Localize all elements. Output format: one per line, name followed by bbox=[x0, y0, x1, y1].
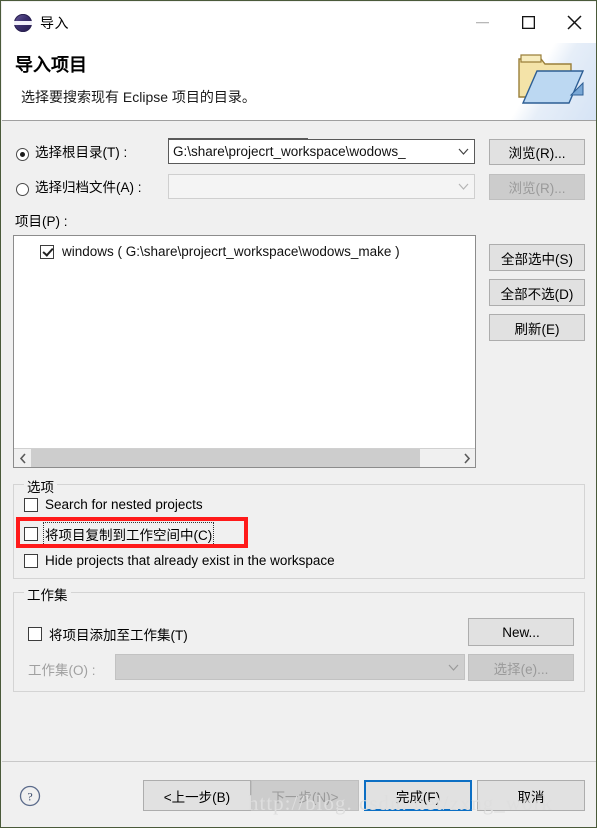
chevron-down-icon bbox=[452, 183, 474, 190]
scrollbar-track[interactable] bbox=[31, 449, 458, 467]
project-name: windows ( G:\share\projecrt_workspace\wo… bbox=[62, 244, 400, 259]
eclipse-icon bbox=[14, 13, 32, 32]
hide-existing-projects-label: Hide projects that already exist in the … bbox=[45, 553, 335, 568]
search-nested-projects-row[interactable]: Search for nested projects bbox=[24, 497, 203, 512]
dialog-footer: ? <上一步(B) 下一步(N)> 完成(F) 取消 bbox=[2, 761, 596, 827]
copy-projects-into-workspace-row[interactable]: 将项目复制到工作空间中(C) bbox=[24, 522, 215, 546]
root-directory-label: 选择根目录(T) : bbox=[35, 145, 128, 160]
root-directory-radio[interactable] bbox=[16, 148, 29, 161]
maximize-icon[interactable] bbox=[505, 2, 551, 43]
minimize-icon[interactable] bbox=[459, 2, 505, 43]
list-item[interactable]: windows ( G:\share\projecrt_workspace\wo… bbox=[40, 244, 400, 259]
dialog-body: 选择根目录(T) : G:\share\projecrt_workspace\w… bbox=[2, 121, 596, 761]
new-working-set-button[interactable]: New... bbox=[468, 618, 574, 646]
deselect-all-button[interactable]: 全部不选(D) bbox=[489, 279, 585, 306]
open-folder-icon bbox=[518, 54, 585, 104]
root-directory-combo[interactable]: G:\share\projecrt_workspace\wodows_ bbox=[168, 139, 475, 164]
next-button: 下一步(N)> bbox=[251, 780, 359, 811]
title-bar: 导入 bbox=[2, 2, 596, 43]
chevron-down-icon bbox=[442, 664, 464, 671]
refresh-button[interactable]: 刷新(E) bbox=[489, 314, 585, 341]
scroll-right-icon[interactable] bbox=[458, 449, 475, 467]
header-artwork bbox=[501, 43, 596, 120]
add-to-working-set-row[interactable]: 将项目添加至工作集(T) bbox=[28, 624, 188, 644]
close-icon[interactable] bbox=[551, 2, 596, 43]
add-to-working-set-checkbox[interactable] bbox=[28, 627, 42, 641]
projects-list[interactable]: windows ( G:\share\projecrt_workspace\wo… bbox=[13, 235, 476, 468]
working-set-combo bbox=[115, 654, 465, 680]
search-nested-projects-checkbox[interactable] bbox=[24, 497, 38, 512]
select-all-button[interactable]: 全部选中(S) bbox=[489, 244, 585, 271]
finish-button[interactable]: 完成(F) bbox=[364, 780, 472, 811]
browse-archive-button: 浏览(R)... bbox=[489, 174, 585, 200]
back-button[interactable]: <上一步(B) bbox=[143, 780, 251, 811]
cancel-button[interactable]: 取消 bbox=[477, 780, 585, 811]
window-controls bbox=[459, 2, 596, 43]
page-subtitle: 选择要搜索现有 Eclipse 项目的目录。 bbox=[21, 89, 256, 105]
projects-label: 项目(P) : bbox=[15, 214, 68, 229]
options-group-title: 选项 bbox=[24, 476, 57, 496]
hide-existing-projects-row[interactable]: Hide projects that already exist in the … bbox=[24, 553, 335, 568]
copy-projects-into-workspace-label: 将项目复制到工作空间中(C) bbox=[42, 522, 215, 546]
window-title: 导入 bbox=[40, 14, 69, 31]
horizontal-scrollbar[interactable] bbox=[14, 448, 475, 467]
search-nested-projects-label: Search for nested projects bbox=[45, 497, 203, 512]
add-to-working-set-label: 将项目添加至工作集(T) bbox=[49, 628, 188, 643]
svg-text:?: ? bbox=[27, 790, 32, 804]
dialog-header: 导入项目 选择要搜索现有 Eclipse 项目的目录。 bbox=[2, 43, 596, 121]
scrollbar-thumb[interactable] bbox=[31, 449, 420, 467]
working-set-group-title: 工作集 bbox=[24, 584, 71, 604]
help-icon[interactable]: ? bbox=[19, 785, 41, 810]
archive-file-combo bbox=[168, 174, 475, 199]
hide-existing-projects-checkbox[interactable] bbox=[24, 553, 38, 568]
copy-projects-into-workspace-checkbox[interactable] bbox=[24, 527, 38, 541]
select-working-set-button: 选择(e)... bbox=[468, 654, 574, 681]
scroll-left-icon[interactable] bbox=[14, 449, 31, 467]
project-checkbox[interactable] bbox=[40, 244, 54, 259]
archive-file-radio[interactable] bbox=[16, 183, 29, 196]
page-title: 导入项目 bbox=[15, 55, 87, 75]
import-dialog: 导入 导入项目 选择要搜索现有 Eclipse 项目的目录。 选择根目录(T) … bbox=[0, 0, 597, 828]
chevron-down-icon[interactable] bbox=[452, 148, 474, 155]
working-set-combo-label: 工作集(O) : bbox=[28, 663, 96, 678]
root-directory-value: G:\share\projecrt_workspace\wodows_ bbox=[173, 144, 406, 159]
browse-root-button[interactable]: 浏览(R)... bbox=[489, 139, 585, 165]
archive-file-label: 选择归档文件(A) : bbox=[35, 180, 142, 195]
